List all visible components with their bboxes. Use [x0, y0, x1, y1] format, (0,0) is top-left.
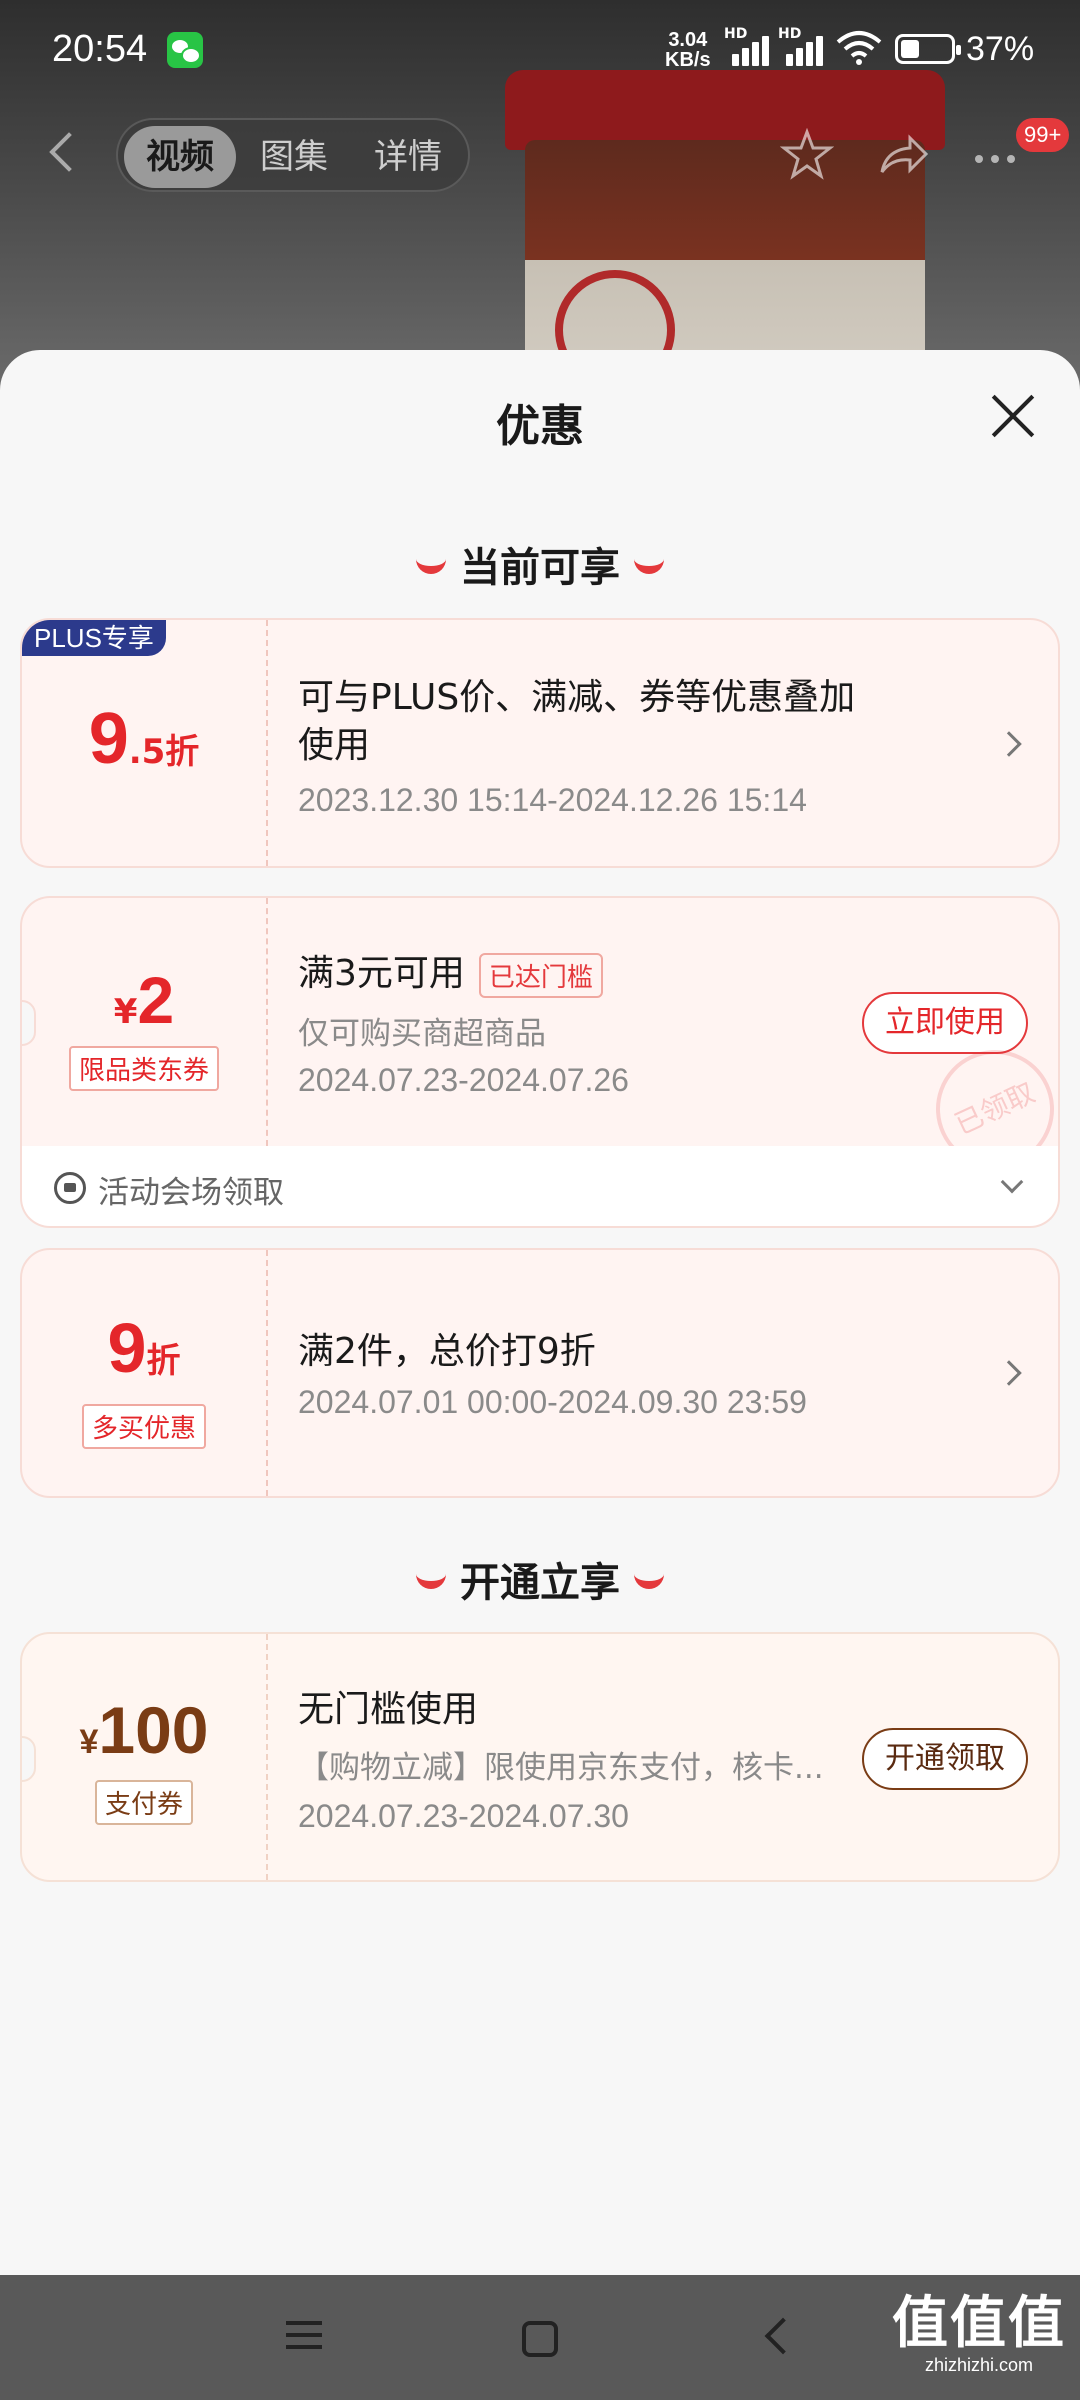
menu-icon[interactable]: [286, 2321, 322, 2357]
system-nav-bar: 值值值 zhizhizhi.com: [0, 2275, 1080, 2400]
plus-desc-line1: 可与PLUS价、满减、券等优惠叠加: [298, 677, 856, 718]
watermark-url: zhizhizhi.com: [924, 2355, 1034, 2375]
message-badge: 99+: [1016, 118, 1070, 152]
payment-coupon-card: ¥100 支付券 无门槛使用 【购物立减】限使用京东支付，核卡... 2024.…: [20, 1632, 1060, 1882]
payment-coupon-validity-date: 2024.07.23-2024.07.30: [298, 1798, 629, 1834]
back-arrow-icon[interactable]: [49, 132, 89, 172]
section-current-header: 当前可享: [0, 535, 1080, 593]
coupon-type-tag: 限品类东券: [68, 1046, 219, 1091]
multi-discount-number: 9: [107, 1309, 147, 1387]
multi-buy-desc: 满2件，总价打9折: [298, 1331, 596, 1372]
multi-buy-tag: 多买优惠: [81, 1404, 206, 1449]
wechat-notification-icon: [167, 32, 203, 68]
coupon-condition: 满3元可用 已达门槛: [298, 944, 603, 998]
coupon-condition-text: 满3元可用: [298, 953, 465, 994]
multi-buy-validity-date: 2024.07.01 00:00-2024.09.30 23:59: [298, 1384, 807, 1420]
net-speed-value: 3.04: [668, 29, 708, 51]
section-current-title: 当前可享: [460, 545, 620, 591]
section-unlock-header: 开通立享: [0, 1550, 1080, 1608]
more-menu-icon[interactable]: [975, 148, 1023, 167]
discount-number: 9: [88, 699, 129, 779]
hd-label-2: HD: [778, 26, 802, 42]
coupon-scope: 仅可购买商超商品: [298, 1016, 546, 1052]
battery-icon: [895, 34, 961, 64]
media-tab-group: 视频 图集 详情: [116, 118, 470, 192]
favorite-star-icon[interactable]: [780, 128, 834, 182]
payment-coupon-tag: 支付券: [94, 1780, 193, 1825]
sheet-title: 优惠: [496, 401, 584, 452]
payment-coupon-desc: 无门槛使用: [298, 1689, 479, 1730]
back-icon[interactable]: [764, 2317, 802, 2355]
chevron-down-icon[interactable]: [1000, 1170, 1024, 1194]
home-icon[interactable]: [522, 2321, 558, 2357]
coupon-amount: 2: [137, 963, 175, 1037]
share-icon[interactable]: [876, 128, 930, 182]
wifi-icon: [836, 31, 882, 65]
chevron-right-icon[interactable]: [996, 731, 1022, 757]
net-speed-unit: KB/s: [665, 49, 711, 71]
chevron-right-icon[interactable]: [996, 1360, 1022, 1386]
signal-2-icon: HD: [776, 26, 832, 66]
site-watermark: 值值值 zhizhizhi.com: [892, 2293, 1066, 2376]
signal-1-icon: HD: [722, 26, 778, 66]
promotions-sheet: 优惠 当前可享 PLUS专享 9.5折 可与PLUS价、满减、券等优惠叠加 使用…: [0, 350, 1080, 2275]
status-time: 20:54: [52, 28, 148, 70]
section-unlock-title: 开通立享: [460, 1560, 620, 1606]
activate-claim-button[interactable]: 开通领取: [862, 1728, 1028, 1790]
use-now-button[interactable]: 立即使用: [862, 992, 1028, 1054]
discount-unit: .5折: [128, 732, 200, 772]
coupon-2-card: ¥2 限品类东券 满3元可用 已达门槛 仅可购买商超商品 2024.07.23-2…: [20, 896, 1060, 1146]
tab-gallery[interactable]: 图集: [238, 126, 350, 188]
payment-coupon-amount: 100: [98, 1693, 209, 1767]
status-bar: 20:54 3.04 KB/s HD HD 37%: [0, 0, 1080, 100]
plus-desc-line2: 使用: [298, 725, 371, 766]
ticket-icon: [54, 1172, 86, 1204]
plus-discount-value: 9.5折: [22, 620, 266, 866]
hd-label-1: HD: [724, 26, 748, 42]
tab-details[interactable]: 详情: [352, 126, 464, 188]
smile-decoration-icon: [634, 1573, 664, 1589]
product-top-nav: 视频 图集 详情 99+: [0, 110, 1080, 200]
payment-coupon-detail: 【购物立减】限使用京东支付，核卡...: [298, 1750, 824, 1786]
plus-discount-card[interactable]: PLUS专享 9.5折 可与PLUS价、满减、券等优惠叠加 使用 2023.12…: [20, 618, 1060, 868]
currency-symbol: ¥: [79, 1723, 99, 1761]
tab-video[interactable]: 视频: [124, 126, 236, 188]
plus-validity-date: 2023.12.30 15:14-2024.12.26 15:14: [298, 782, 807, 818]
network-speed: 3.04 KB/s: [665, 30, 711, 70]
battery-level: [901, 40, 919, 58]
coupon-source-text: 活动会场领取: [98, 1175, 284, 1211]
currency-symbol: ¥: [113, 992, 138, 1032]
coupon-validity-date: 2024.07.23-2024.07.26: [298, 1062, 629, 1098]
watermark-logo: 值值值: [892, 2291, 1066, 2356]
multi-buy-card[interactable]: 9折 多买优惠 满2件，总价打9折 2024.07.01 00:00-2024.…: [20, 1248, 1060, 1498]
battery-percent: 37%: [966, 30, 1035, 68]
coupon-source-row[interactable]: 活动会场领取: [20, 1146, 1060, 1228]
multi-discount-unit: 折: [146, 1341, 181, 1381]
smile-decoration-icon: [416, 558, 446, 574]
threshold-reached-badge: 已达门槛: [478, 952, 603, 998]
smile-decoration-icon: [416, 1573, 446, 1589]
close-icon[interactable]: [985, 388, 1041, 444]
smile-decoration-icon: [634, 558, 664, 574]
